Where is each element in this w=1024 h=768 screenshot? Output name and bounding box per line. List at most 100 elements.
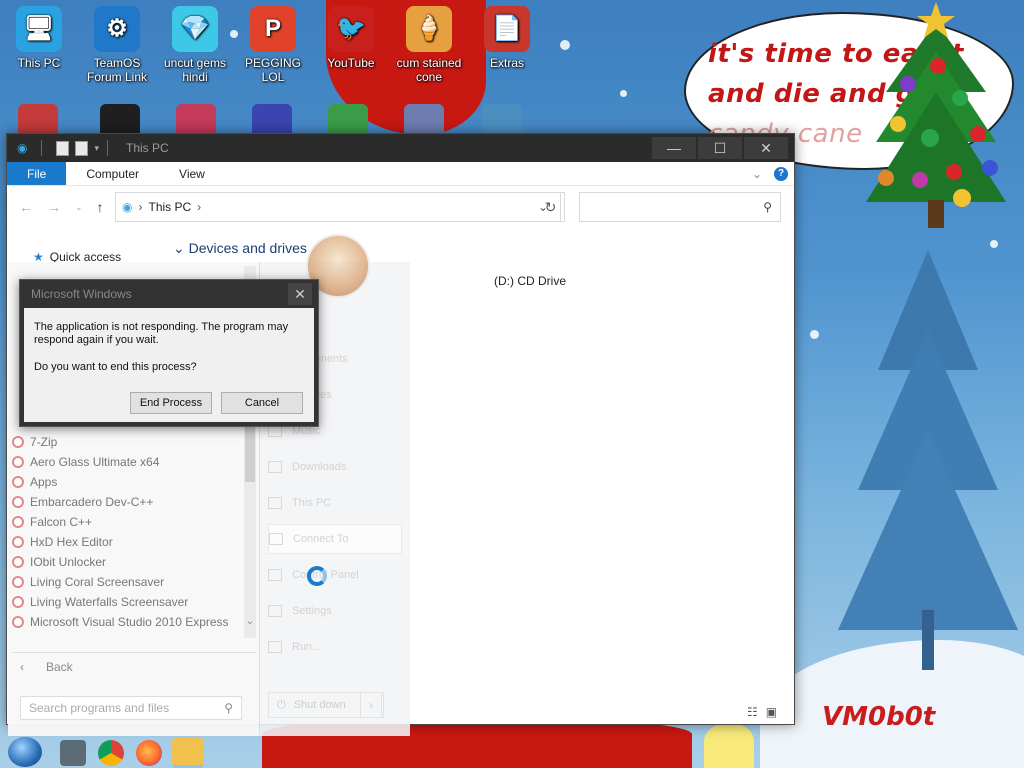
place-item[interactable]: Connect To <box>268 524 402 554</box>
back-label: Back <box>46 660 73 674</box>
place-icon <box>269 533 283 545</box>
search-placeholder: Search programs and files <box>29 701 170 715</box>
desktop-icon[interactable]: P PEGGING LOL <box>234 6 312 84</box>
qat-dropdown-icon[interactable]: ▾ <box>94 143 99 154</box>
program-label: Living Coral Screensaver <box>30 575 165 589</box>
desktop-icon[interactable]: 📄 Extras <box>468 6 546 70</box>
explorer-titlebar[interactable]: ◉ ▾ This PC — ☐ ✕ <box>7 134 794 162</box>
program-icon <box>12 456 24 468</box>
close-button[interactable]: ✕ <box>744 137 788 159</box>
help-icon[interactable]: ? <box>774 166 788 181</box>
desktop-icon-label: PEGGING LOL <box>244 56 301 84</box>
gem-icon: 💎 <box>172 6 218 52</box>
place-item[interactable]: Settings <box>268 596 402 626</box>
quick-access-toolbar: ◉ ▾ <box>7 140 99 156</box>
minimize-button[interactable]: — <box>652 137 696 159</box>
details-view-icon[interactable]: ☷ <box>747 705 758 719</box>
cancel-button[interactable]: Cancel <box>221 392 303 414</box>
program-icon <box>12 536 24 548</box>
desktop-icon[interactable]: 💎 uncut gems hindi <box>156 6 234 84</box>
power-icon: ⏻ <box>277 698 286 711</box>
devices-group-header[interactable]: ⌄ Devices and drives <box>173 240 307 257</box>
gear-icon: ⚙ <box>94 6 140 52</box>
program-item[interactable]: Embarcadero Dev-C++ <box>12 492 153 512</box>
place-icon <box>268 461 282 473</box>
program-item[interactable]: Falcon C++ <box>12 512 92 532</box>
properties-icon[interactable] <box>56 140 70 156</box>
task-view-icon[interactable] <box>60 740 86 766</box>
search-icon: ⚲ <box>763 200 772 214</box>
refresh-icon[interactable]: ↻ <box>537 192 565 222</box>
program-label: Living Waterfalls Screensaver <box>30 595 189 609</box>
place-label: Connect To <box>293 533 349 545</box>
end-process-button[interactable]: End Process <box>130 392 212 414</box>
place-item[interactable]: Downloads <box>268 452 402 482</box>
program-item[interactable]: HxD Hex Editor <box>12 532 113 552</box>
maximize-button[interactable]: ☐ <box>698 137 742 159</box>
program-label: Embarcadero Dev-C++ <box>30 495 154 509</box>
desktop-icon[interactable]: ⚙ TeamOS Forum Link <box>78 6 156 84</box>
address-bar[interactable]: ◉ › This PC › ⌄ <box>115 192 561 222</box>
file-explorer-icon[interactable] <box>172 738 204 768</box>
firefox-icon[interactable] <box>136 740 162 766</box>
place-icon <box>268 569 282 581</box>
program-icon <box>12 556 24 568</box>
desktop-icon[interactable]: 🍦 cum stained cone <box>390 6 468 84</box>
place-item[interactable]: Control Panel <box>268 560 402 590</box>
shutdown-options-button[interactable]: › <box>360 692 382 718</box>
program-icon <box>12 436 24 448</box>
back-button[interactable]: ‹ Back <box>20 660 73 674</box>
dialog-title: Microsoft Windows <box>31 287 132 301</box>
program-label: HxD Hex Editor <box>30 535 113 549</box>
program-label: IObit Unlocker <box>30 555 107 569</box>
search-icon: ⚲ <box>224 701 233 715</box>
program-icon <box>12 516 24 528</box>
large-icons-view-icon[interactable]: ▣ <box>766 705 777 719</box>
view-toggle: ☷ ▣ <box>747 705 777 719</box>
program-label: Falcon C++ <box>30 515 93 529</box>
tab-file[interactable]: File <box>7 162 67 185</box>
cd-drive-item[interactable]: (D:) CD Drive <box>494 274 566 288</box>
program-icon <box>12 616 24 628</box>
shutdown-label: Shut down <box>293 699 346 711</box>
place-icon <box>268 605 282 617</box>
recent-dropdown-icon[interactable]: ⌄ <box>75 202 83 213</box>
search-input[interactable]: ⚲ <box>579 192 781 222</box>
place-label: This PC <box>292 497 332 509</box>
busy-spinner-icon <box>307 566 327 586</box>
program-icon <box>12 476 24 488</box>
program-item[interactable]: 7-Zip <box>12 432 57 452</box>
program-item[interactable]: Living Waterfalls Screensaver <box>12 592 188 612</box>
program-item[interactable]: Apps <box>12 472 57 492</box>
tab-view[interactable]: View <box>159 162 225 185</box>
desktop-icon[interactable]: 🖥 This PC <box>0 6 78 70</box>
scroll-down-icon[interactable]: ⌄ <box>244 616 256 627</box>
program-item[interactable]: Aero Glass Ultimate x64 <box>12 452 159 472</box>
place-label: Run... <box>292 641 322 653</box>
chrome-icon[interactable] <box>98 740 124 766</box>
place-item[interactable]: This PC <box>268 488 402 518</box>
start-search-input[interactable]: Search programs and files ⚲ <box>20 696 242 720</box>
place-item[interactable]: Run... <box>268 632 402 662</box>
new-folder-icon[interactable] <box>75 140 89 156</box>
angry-bird-icon: 🐦 <box>328 6 374 52</box>
extras-icon: 📄 <box>484 6 530 52</box>
ribbon-expand-icon[interactable]: ⌄ <box>752 167 762 181</box>
desktop-icon[interactable]: 🐦 YouTube <box>312 6 390 70</box>
tab-computer[interactable]: Computer <box>66 162 159 185</box>
program-label: Microsoft Visual Studio 2010 Express <box>30 615 229 629</box>
chevron-left-icon: ‹ <box>20 660 24 674</box>
program-icon <box>12 496 24 508</box>
program-item[interactable]: Living Coral Screensaver <box>12 572 164 592</box>
program-item[interactable]: IObit Unlocker <box>12 552 106 572</box>
program-item[interactable]: Microsoft Visual Studio 2010 Express <box>12 612 229 632</box>
up-arrow-icon[interactable]: ↑ <box>97 199 104 215</box>
program-label: Apps <box>30 475 58 489</box>
start-button[interactable] <box>8 737 42 767</box>
this-pc-icon: ◉ <box>122 200 133 214</box>
breadcrumb-this-pc[interactable]: This PC <box>148 200 191 214</box>
desktop-icon-label: uncut gems hindi <box>163 56 227 84</box>
forward-arrow-icon[interactable]: → <box>47 199 61 215</box>
dialog-close-button[interactable]: ✕ <box>288 283 312 305</box>
back-arrow-icon[interactable]: ← <box>19 199 33 215</box>
